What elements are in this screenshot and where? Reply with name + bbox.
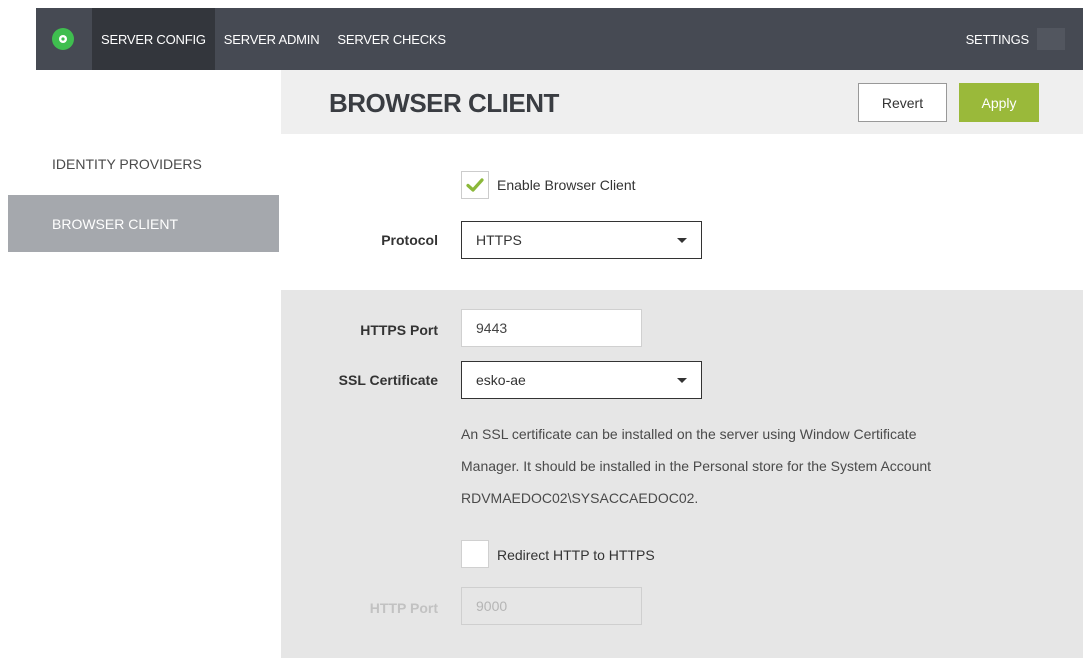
settings-menu-icon[interactable] [1037,28,1065,50]
nav-server-config[interactable]: SERVER CONFIG [92,8,215,70]
nav-server-admin[interactable]: SERVER ADMIN [215,8,329,70]
protocol-select[interactable]: HTTPS [461,221,702,259]
page-title: BROWSER CLIENT [329,88,559,118]
top-navigation-bar: SERVER CONFIG SERVER ADMIN SERVER CHECKS… [36,8,1083,70]
gear-icon [59,35,67,43]
page-header: BROWSER CLIENT Revert Apply [281,70,1083,134]
http-port-input [461,587,642,625]
redirect-http-checkbox[interactable] [461,540,489,568]
ssl-certificate-select[interactable]: esko-ae [461,361,702,399]
redirect-http-label: Redirect HTTP to HTTPS [497,547,655,563]
enable-browser-client-label: Enable Browser Client [497,177,636,193]
nav-server-checks[interactable]: SERVER CHECKS [328,8,454,70]
https-port-input[interactable] [461,309,642,347]
enable-section [281,134,1083,290]
chevron-down-icon [677,238,687,243]
ssl-help-line: An SSL certificate can be installed on t… [461,426,917,442]
ssl-help-text: An SSL certificate can be installed on t… [461,418,1021,514]
sidebar: IDENTITY PROVIDERS BROWSER CLIENT [8,70,279,658]
ssl-help-line: RDVMAEDOC02\SYSACCAEDOC02. [461,490,699,506]
ssl-certificate-value: esko-ae [476,372,526,388]
enable-browser-client-checkbox[interactable] [461,171,489,199]
checkmark-icon [466,178,484,192]
nav-settings[interactable]: SETTINGS [966,8,1065,70]
ssl-certificate-label: SSL Certificate [338,372,438,388]
sidebar-item-browser-client[interactable]: BROWSER CLIENT [8,195,279,252]
protocol-value: HTTPS [476,232,522,248]
http-port-label: HTTP Port [369,600,438,616]
sidebar-item-identity-providers[interactable]: IDENTITY PROVIDERS [8,135,279,192]
https-port-label: HTTPS Port [360,322,438,338]
protocol-label: Protocol [381,232,438,248]
nav-settings-label: SETTINGS [965,31,1030,47]
apply-button[interactable]: Apply [959,83,1039,122]
revert-button[interactable]: Revert [858,83,947,122]
ssl-help-line: Manager. It should be installed in the P… [461,458,932,474]
app-logo[interactable] [52,28,74,50]
chevron-down-icon [677,378,687,383]
